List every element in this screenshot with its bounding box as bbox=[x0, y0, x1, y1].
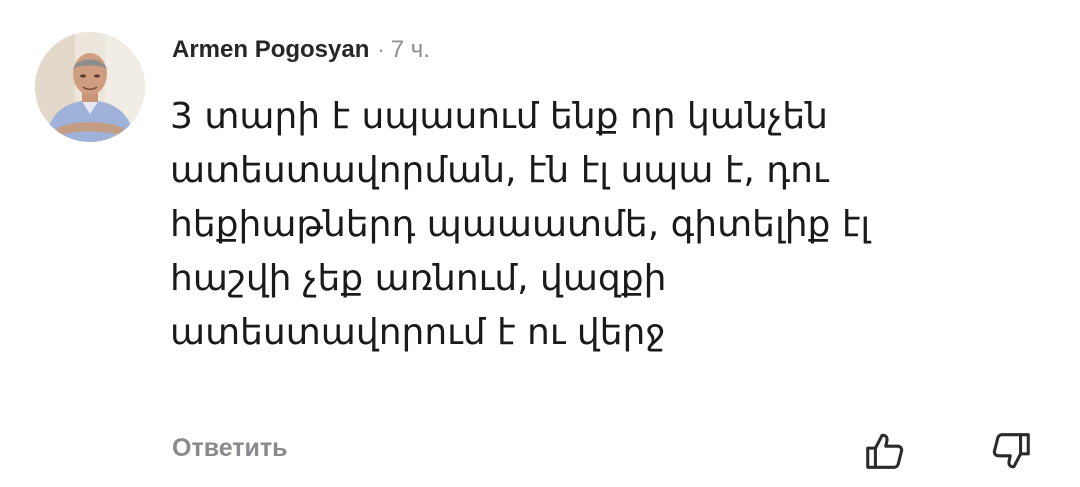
avatar-photo bbox=[35, 32, 145, 142]
comment-text-line: հեքիաթներդ պաաատմե, գիտելիք էլ bbox=[170, 204, 871, 245]
comment-text-line: 3 տարի է սպասում ենք որ կանչեն bbox=[170, 96, 828, 137]
comment-text-line: ատեստավորման, էն էլ սպա է, դու bbox=[170, 150, 829, 191]
author-name[interactable]: Armen Pogosyan bbox=[172, 36, 369, 64]
comment-header: Armen Pogosyan · 7 ч. bbox=[172, 30, 430, 70]
thumbs-down-icon bbox=[992, 433, 1030, 469]
like-button[interactable] bbox=[862, 428, 908, 474]
comment: Armen Pogosyan · 7 ч. 3 տարի է սպասում ե… bbox=[0, 0, 1080, 487]
comment-text-line: ատեստավորում է ու վերջ bbox=[170, 312, 666, 353]
dislike-button[interactable] bbox=[988, 428, 1034, 474]
timestamp: 7 ч. bbox=[390, 36, 430, 63]
thumbs-up-icon bbox=[866, 433, 904, 469]
avatar[interactable] bbox=[35, 32, 145, 142]
comment-text-line: հաշվի չեք առնում, վազքի bbox=[170, 258, 667, 299]
reply-button[interactable]: Ответить bbox=[172, 434, 288, 463]
comment-text: 3 տարի է սպասում ենք որ կանչեն ատեստավոր… bbox=[170, 90, 1050, 360]
separator-dot: · bbox=[377, 37, 385, 62]
